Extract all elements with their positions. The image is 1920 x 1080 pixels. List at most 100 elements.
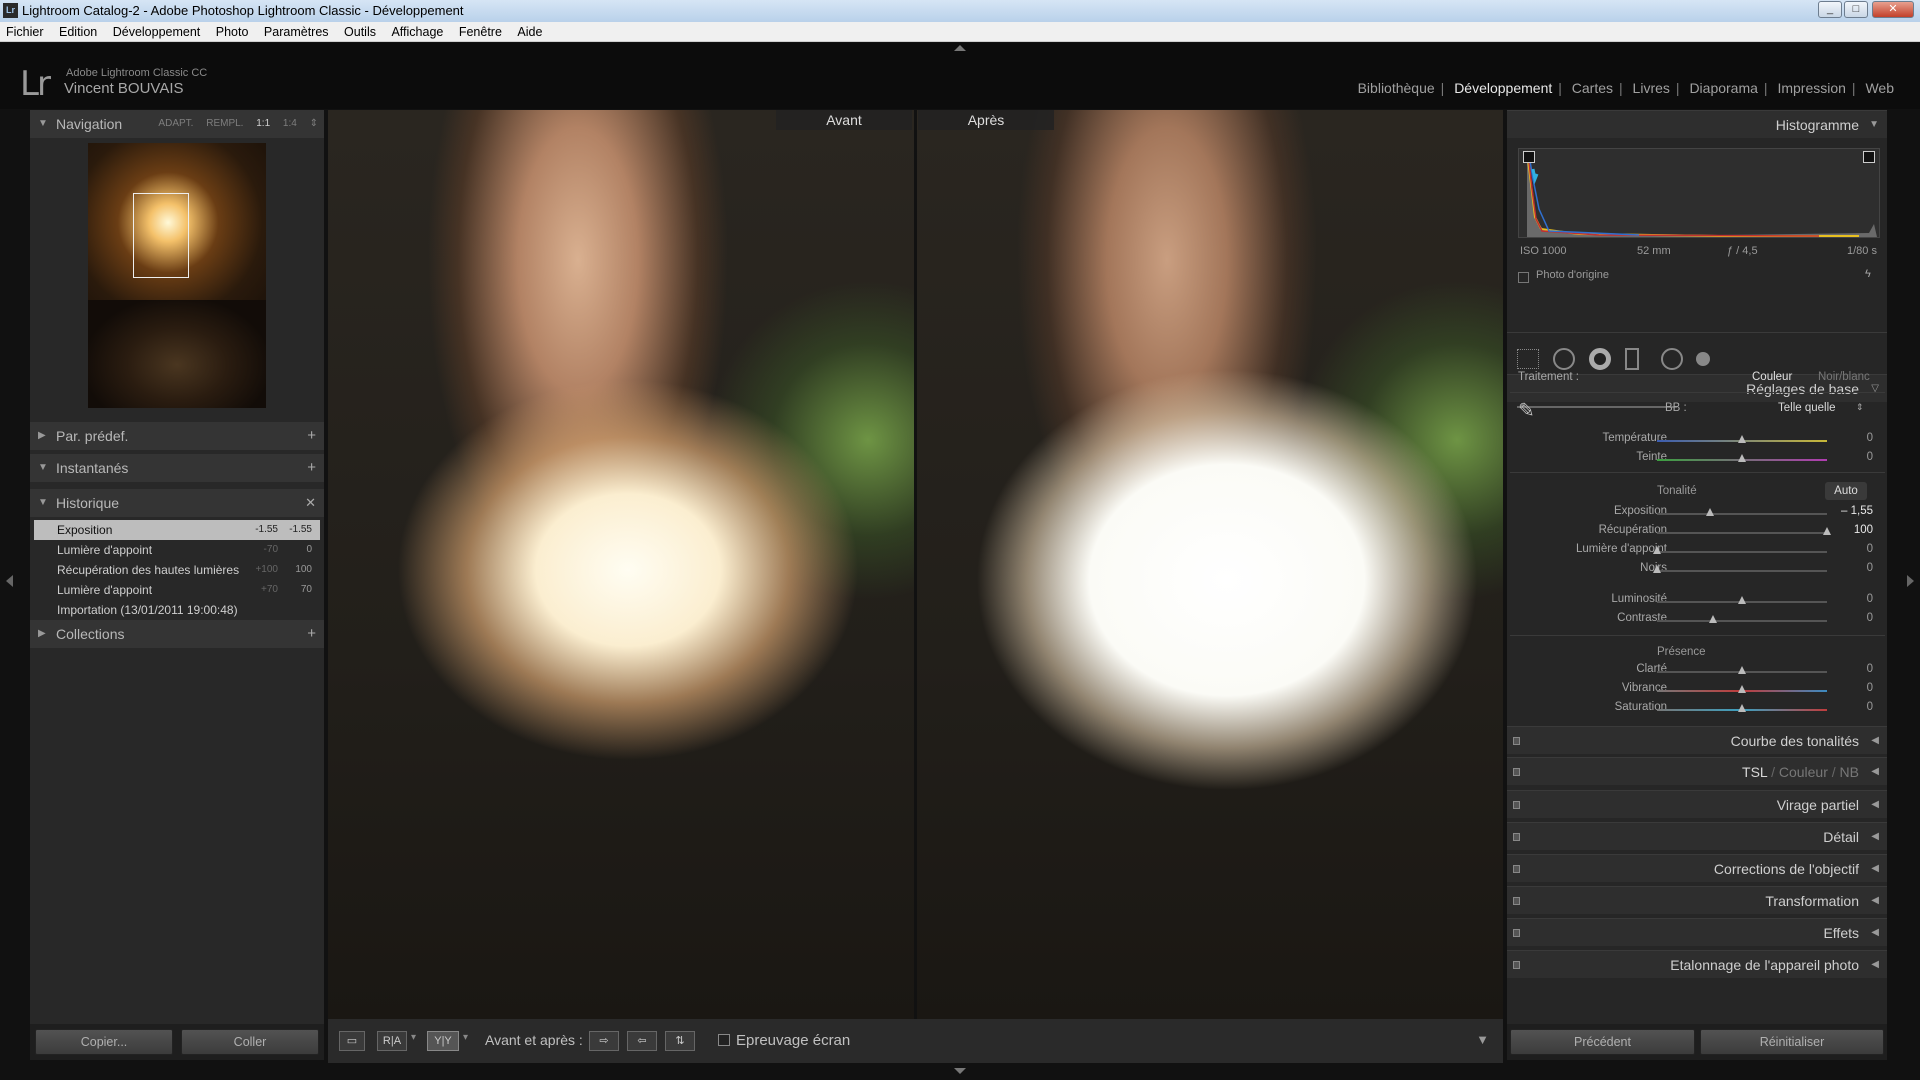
adjustment-brush-icon[interactable]: [1696, 352, 1711, 367]
menu-fichier[interactable]: Fichier: [0, 22, 50, 42]
menu-photo[interactable]: Photo: [210, 22, 255, 42]
copy-after-to-before-icon[interactable]: ⇦: [627, 1031, 657, 1051]
camera-calibration-header[interactable]: Etalonnage de l'appareil photo ◀: [1507, 950, 1887, 978]
slider-clarte[interactable]: Clarté 0: [1507, 663, 1887, 682]
slider-knob[interactable]: [1738, 704, 1746, 712]
slider-track[interactable]: [1657, 513, 1827, 515]
module-bibliotheque[interactable]: Bibliothèque: [1352, 80, 1441, 96]
slider-knob[interactable]: [1709, 615, 1718, 623]
dropdown-icon[interactable]: ▾: [463, 1032, 468, 1043]
history-header[interactable]: ▼ Historique ✕: [30, 489, 324, 517]
copy-before-to-after-icon[interactable]: ⇨: [589, 1031, 619, 1051]
minimize-button[interactable]: _: [1818, 1, 1842, 18]
shadow-clipping-icon[interactable]: [1523, 151, 1535, 163]
zoom-stepper-icon[interactable]: ⇕: [310, 118, 318, 129]
panel-switch-icon[interactable]: [1513, 897, 1520, 905]
slider-knob[interactable]: [1653, 546, 1661, 554]
menu-affichage[interactable]: Affichage: [385, 22, 449, 42]
zoom-fill[interactable]: REMPL.: [206, 118, 243, 129]
collections-header[interactable]: ▶ Collections +: [30, 620, 324, 648]
slider-luminosite[interactable]: Luminosité 0: [1507, 593, 1887, 612]
paste-settings-button[interactable]: Coller: [181, 1029, 319, 1055]
close-button[interactable]: ✕: [1872, 1, 1914, 18]
slider-value[interactable]: – 1,55: [1841, 505, 1873, 517]
module-impression[interactable]: Impression: [1771, 80, 1851, 96]
original-photo-checkbox[interactable]: [1518, 272, 1529, 283]
clear-history-icon[interactable]: ✕: [305, 489, 316, 517]
slider-teinte[interactable]: Teinte 0: [1507, 451, 1887, 470]
zoom-1-1[interactable]: 1:1: [256, 118, 270, 129]
treatment-color[interactable]: Couleur: [1752, 371, 1792, 383]
brush-slider[interactable]: [1517, 406, 1677, 409]
menu-fenetre[interactable]: Fenêtre: [453, 22, 508, 42]
slider-value[interactable]: 100: [1854, 524, 1873, 536]
slider-value[interactable]: 0: [1867, 682, 1873, 694]
histogram-graph[interactable]: [1518, 148, 1880, 238]
wb-dropdown[interactable]: Telle quelle: [1778, 402, 1836, 414]
spot-removal-icon[interactable]: [1552, 348, 1575, 371]
slider-value[interactable]: 0: [1867, 612, 1873, 624]
dropdown-icon[interactable]: ▾: [411, 1032, 416, 1043]
menu-developpement[interactable]: Développement: [107, 22, 207, 42]
toolbar-options-icon[interactable]: ▼: [1476, 1032, 1489, 1047]
split-toning-header[interactable]: Virage partiel ◀: [1507, 790, 1887, 818]
reference-view-icon[interactable]: R|A: [377, 1031, 407, 1051]
auto-tone-button[interactable]: Auto: [1825, 482, 1867, 500]
history-item[interactable]: Importation (13/01/2011 19:00:48): [34, 600, 320, 620]
module-cartes[interactable]: Cartes: [1566, 80, 1619, 96]
proof-checkbox[interactable]: [718, 1034, 730, 1046]
right-panel-toggle-icon[interactable]: [1907, 575, 1914, 587]
navigator-header[interactable]: ▼ Navigation ADAPT. REMPL. 1:1 1:4 ⇕: [30, 110, 324, 138]
add-collection-icon[interactable]: +: [307, 620, 316, 648]
maximize-button[interactable]: □: [1844, 1, 1868, 18]
zoom-fit[interactable]: ADAPT.: [158, 118, 193, 129]
slider-value[interactable]: 0: [1867, 593, 1873, 605]
copy-settings-button[interactable]: Copier...: [35, 1029, 173, 1055]
color-tab[interactable]: Couleur: [1779, 764, 1828, 780]
hsl-header[interactable]: TSL / Couleur / NB ◀: [1507, 757, 1887, 785]
transform-header[interactable]: Transformation ◀: [1507, 886, 1887, 914]
slider-knob[interactable]: [1705, 508, 1714, 516]
slider-exposition[interactable]: Exposition – 1,55: [1507, 505, 1887, 524]
add-snapshot-icon[interactable]: +: [307, 454, 316, 482]
navigator-zoom-rectangle[interactable]: [133, 193, 189, 278]
panel-switch-icon[interactable]: [1513, 865, 1520, 873]
module-diaporama[interactable]: Diaporama: [1683, 80, 1763, 96]
slider-value[interactable]: 0: [1867, 701, 1873, 713]
menu-edition[interactable]: Edition: [53, 22, 103, 42]
loupe-view-icon[interactable]: ▭: [339, 1031, 365, 1051]
slider-value[interactable]: 0: [1867, 451, 1873, 463]
slider-knob[interactable]: [1738, 666, 1746, 674]
swap-before-after-icon[interactable]: ⇅: [665, 1031, 695, 1051]
history-item[interactable]: Exposition -1.55 -1.55: [34, 520, 320, 540]
wb-eyedropper-icon[interactable]: ✎: [1518, 398, 1535, 423]
history-item[interactable]: Récupération des hautes lumières +100 10…: [34, 560, 320, 580]
panel-switch-icon[interactable]: [1513, 801, 1520, 809]
treatment-bw[interactable]: Noir/blanc: [1818, 371, 1870, 383]
slider-noirs[interactable]: Noirs 0: [1507, 562, 1887, 581]
slider-track[interactable]: [1657, 532, 1827, 534]
graduated-filter-icon[interactable]: [1624, 348, 1639, 371]
before-photo[interactable]: [328, 110, 914, 1019]
panel-switch-icon[interactable]: [1513, 961, 1520, 969]
red-eye-icon[interactable]: [1588, 348, 1611, 371]
history-item[interactable]: Lumière d'appoint +70 70: [34, 580, 320, 600]
left-panel-toggle-icon[interactable]: [6, 575, 13, 587]
slider-knob[interactable]: [1738, 454, 1746, 462]
presets-header[interactable]: ▶ Par. prédef. +: [30, 422, 324, 450]
detail-header[interactable]: Détail ◀: [1507, 822, 1887, 850]
dropdown-icon[interactable]: ⇕: [1856, 402, 1864, 413]
panel-switch-icon[interactable]: [1513, 768, 1520, 776]
highlight-clipping-icon[interactable]: [1863, 151, 1875, 163]
slider-knob[interactable]: [1738, 435, 1746, 443]
slider-contraste[interactable]: Contraste 0: [1507, 612, 1887, 631]
panel-switch-icon[interactable]: [1513, 929, 1520, 937]
slider-track[interactable]: [1657, 551, 1827, 553]
slider-saturation[interactable]: Saturation 0: [1507, 701, 1887, 720]
slider-temperature[interactable]: Température 0: [1507, 432, 1887, 451]
panel-switch-icon[interactable]: [1513, 833, 1520, 841]
panel-switch-icon[interactable]: [1513, 737, 1520, 745]
slider-knob[interactable]: [1823, 527, 1831, 535]
slider-vibrance[interactable]: Vibrance 0: [1507, 682, 1887, 701]
menu-outils[interactable]: Outils: [338, 22, 382, 42]
